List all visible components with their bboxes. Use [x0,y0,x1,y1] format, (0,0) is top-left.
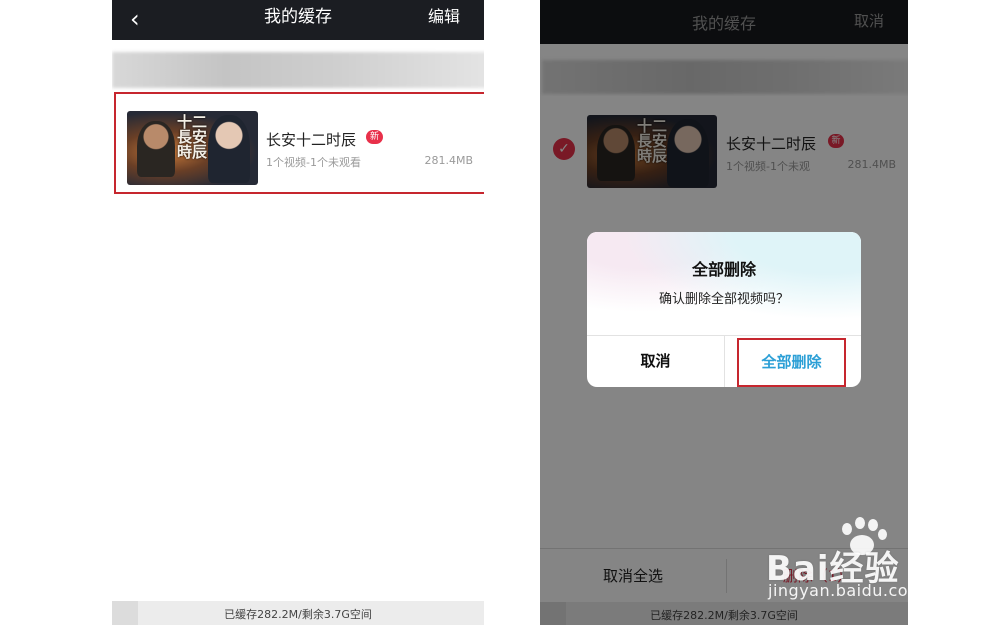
new-badge: 新 [366,130,383,144]
dialog-button-divider [724,335,725,387]
top-nav-bar: ‹ 我的缓存 编辑 [112,0,484,40]
video-subtitle: 1个视频-1个未观看 [266,156,361,169]
edit-button[interactable]: 编辑 [428,6,460,28]
poster-title-text: 十二長安時辰 [177,113,208,161]
delete-all-dialog: 全部删除 确认删除全部视频吗？ 取消 全部删除 [587,232,861,387]
dialog-message: 确认删除全部视频吗？ [658,292,789,307]
cache-screen-left: ‹ 我的缓存 编辑 十二長安時辰 长安十二时辰 新 1个视频-1个未观看 281… [112,0,484,625]
dialog-header-glow [587,232,861,335]
video-title: 长安十二时辰 [266,131,357,149]
storage-footer: 已缓存282.2M/剩余3.7G空间 [112,601,484,625]
video-size: 281.4MB [424,154,473,167]
dialog-title: 全部删除 [691,260,756,279]
video-thumbnail: 十二長安時辰 [127,111,258,185]
blurred-banner [112,52,484,88]
dialog-cancel-button[interactable]: 取消 [587,336,724,387]
screenshot-canvas: ‹ 我的缓存 编辑 十二長安時辰 长安十二时辰 新 1个视频-1个未观看 281… [0,0,1000,625]
cache-screen-right: 我的缓存 取消 ✓ 十二長安時辰 长安十二时辰 新 1个视频-1个未观 281.… [540,0,908,625]
cached-video-item[interactable]: 十二長安時辰 长安十二时辰 新 1个视频-1个未观看 281.4MB [114,92,484,194]
poster-figure-left [137,121,175,177]
dialog-confirm-delete-button[interactable]: 全部删除 [737,338,846,387]
storage-status-text: 已缓存282.2M/剩余3.7G空间 [224,608,372,621]
poster-figure-right [208,115,250,183]
